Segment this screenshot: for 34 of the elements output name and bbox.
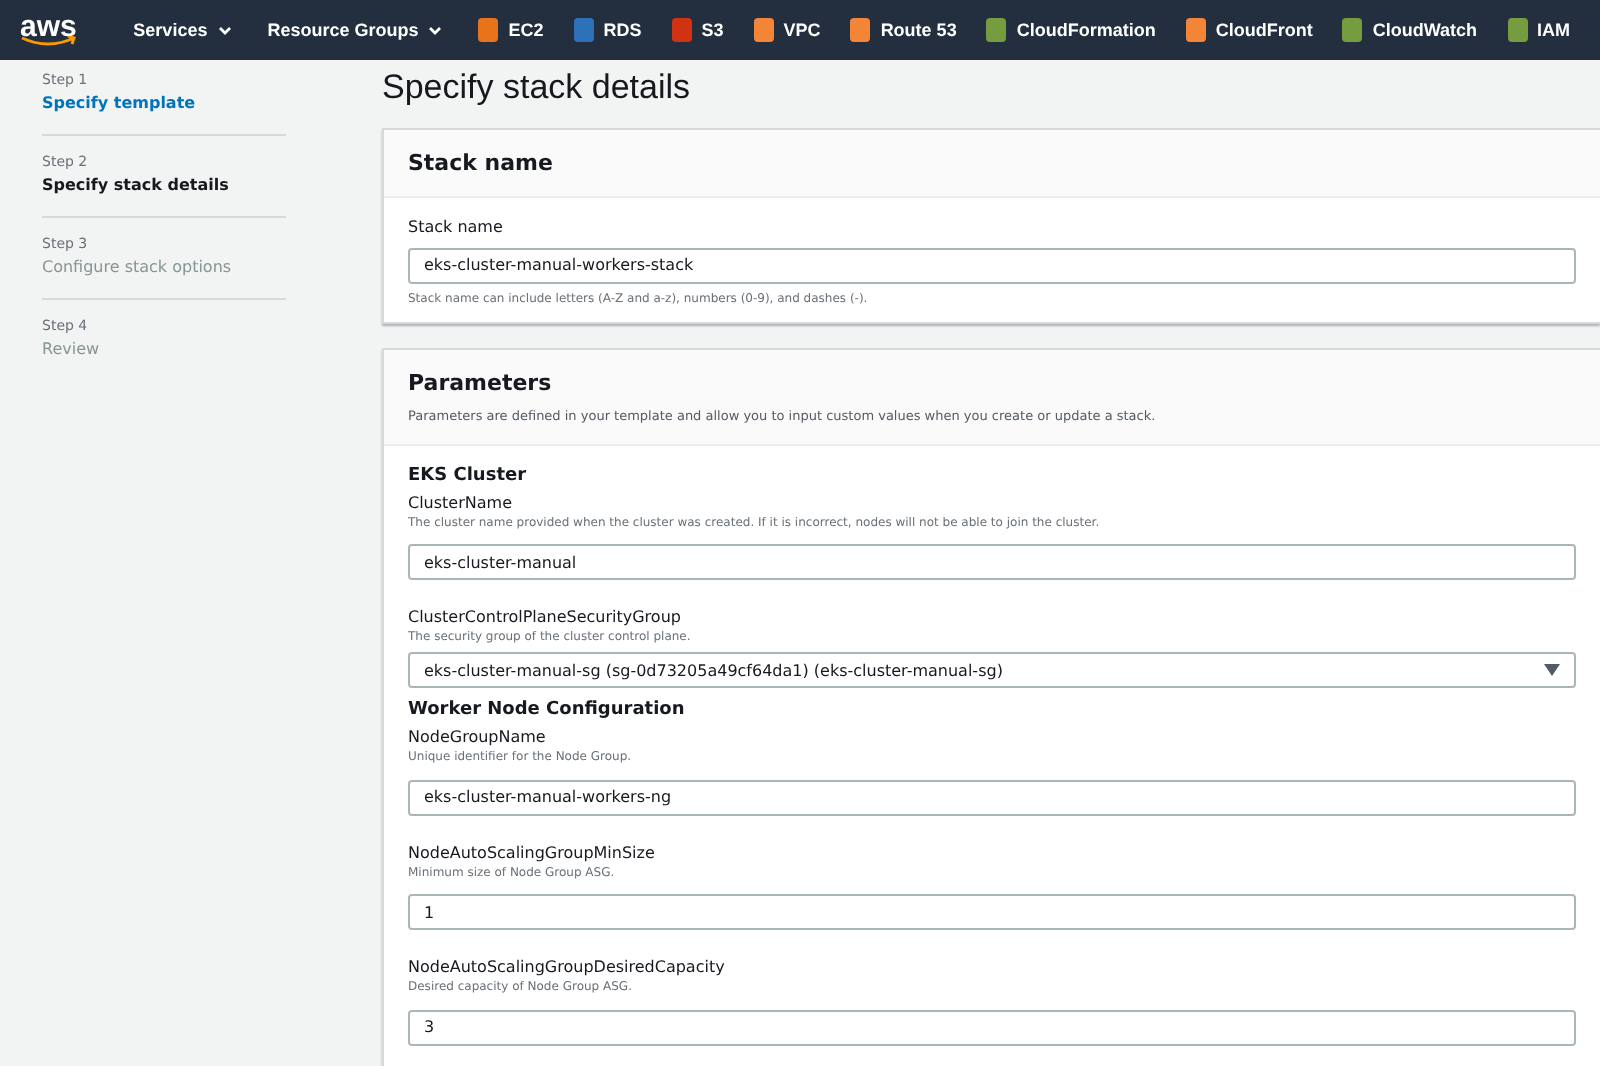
text-input[interactable]: 3 [408,1009,1576,1045]
group-title: Worker Node Configuration [408,700,687,720]
field-label: NodeGroupName [408,728,548,746]
stack-name-input[interactable]: eks-cluster-manual-workers-stack [408,247,1576,283]
caret-icon [217,25,232,35]
text-input[interactable]: eks-cluster-manual-workers-ng [408,779,1576,815]
field-label: ClusterName [408,493,514,511]
service-shortcut[interactable]: Route 53 [850,18,957,42]
field-label: NodeAutoScalingGroupDesiredCapacity [408,958,727,976]
text-input[interactable]: 1 [408,894,1576,930]
service-shortcut[interactable]: IAM [1507,18,1570,42]
aws-logo[interactable]: aws [20,11,86,49]
field-label: NodeAutoScalingGroupMinSize [408,843,657,861]
field-label: ClusterControlPlaneSecurityGroup [408,608,683,626]
service-shortcut[interactable]: S3 [671,18,724,42]
dropdown-arrow-icon [1544,664,1560,676]
group-title: EKS Cluster [408,465,529,485]
step-link[interactable]: Specify template [42,94,286,112]
select-dropdown[interactable]: eks-cluster-manual-sg (sg-0d73205a49cf64da1) (eks-cluster-manual-sg) [408,652,1576,688]
caret-icon [428,25,443,35]
card-title: Parameters [408,369,554,395]
page-title: Specify stack details [382,68,693,108]
service-shortcut[interactable]: CloudFormation [986,18,1156,42]
service-shortcut[interactable]: RDS [573,18,642,42]
card-title: Stack name [408,150,555,176]
service-shortcut[interactable]: CloudWatch [1342,18,1477,42]
text-input[interactable]: eks-cluster-manual [408,544,1576,580]
nav-menu[interactable]: Services [133,20,232,40]
service-shortcut[interactable]: VPC [753,18,821,42]
field-label: Stack name [408,218,505,236]
service-shortcut[interactable]: EC2 [478,18,544,42]
service-shortcut[interactable]: CloudFront [1185,18,1313,42]
nav-menu[interactable]: Resource Groups [267,20,443,40]
step-link[interactable]: Specify stack details [42,176,286,194]
